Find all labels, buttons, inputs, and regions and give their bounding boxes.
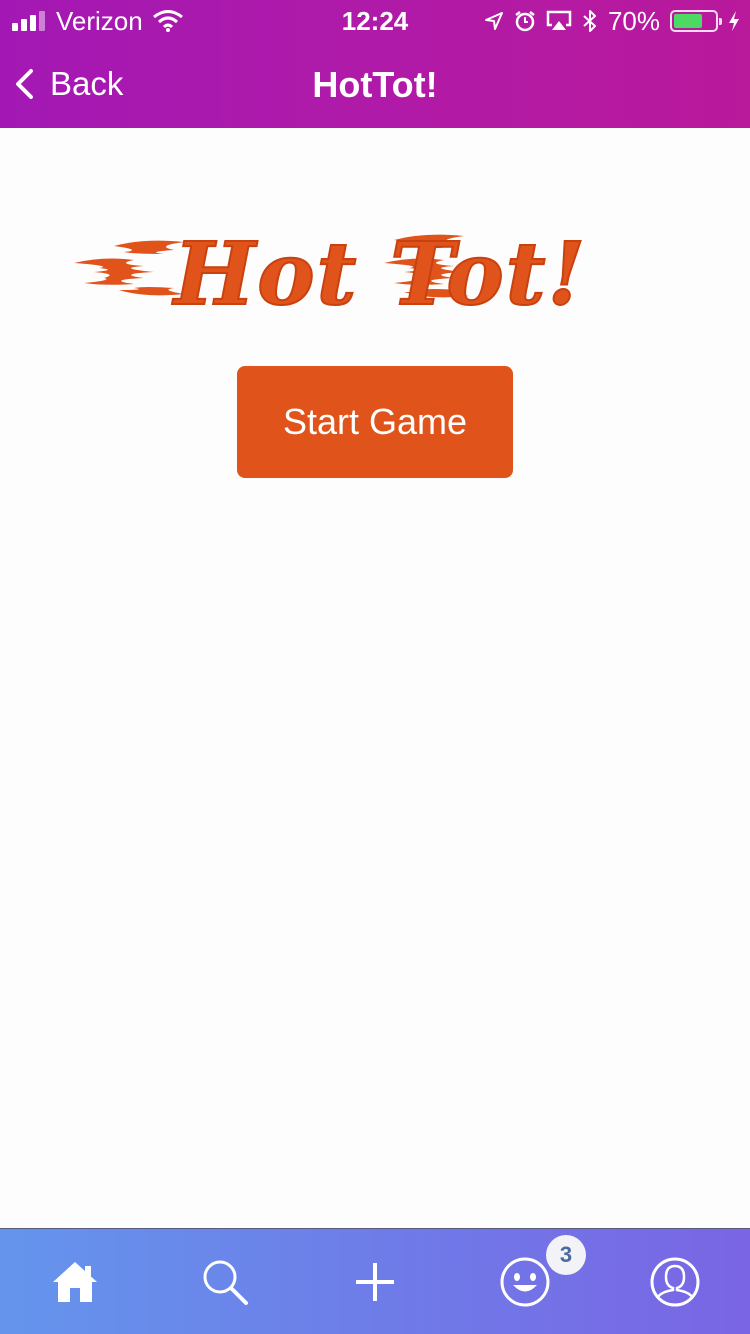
- logo-text: Hot Tot!: [171, 228, 587, 318]
- battery-percent: 70%: [607, 5, 660, 36]
- main-content: Hot Tot! Start Game: [0, 128, 750, 1228]
- airplay-icon: [546, 10, 572, 30]
- location-icon: [484, 12, 503, 30]
- smiley-icon: [500, 1257, 550, 1307]
- profile-icon: [650, 1257, 700, 1307]
- notification-badge: 3: [546, 1235, 586, 1275]
- battery-icon: [670, 10, 722, 32]
- tab-bar: [0, 1228, 750, 1334]
- tab-search[interactable]: [150, 1229, 300, 1334]
- plus-icon: [356, 1263, 394, 1301]
- start-game-button[interactable]: Start Game: [237, 366, 513, 478]
- search-icon: [203, 1260, 248, 1305]
- charging-icon: [729, 11, 739, 31]
- tab-profile[interactable]: [600, 1229, 750, 1334]
- page-title: HotTot!: [312, 64, 438, 105]
- bluetooth-icon: [583, 10, 596, 32]
- home-icon: [53, 1262, 97, 1302]
- hottot-logo: Hot Tot!: [74, 228, 587, 318]
- screen: Verizon 12:24 70% Back HotTot! Hot Tot! …: [0, 0, 750, 1334]
- header: Verizon 12:24 70% Back HotTot!: [0, 0, 750, 128]
- alarm-icon: [515, 11, 535, 32]
- tab-home[interactable]: [0, 1229, 150, 1334]
- nav-bar: Back HotTot!: [0, 40, 750, 128]
- status-bar: Verizon 12:24 70%: [0, 0, 750, 40]
- tab-add[interactable]: [300, 1229, 450, 1334]
- status-right: 70%: [484, 6, 740, 36]
- battery-fill: [674, 14, 702, 28]
